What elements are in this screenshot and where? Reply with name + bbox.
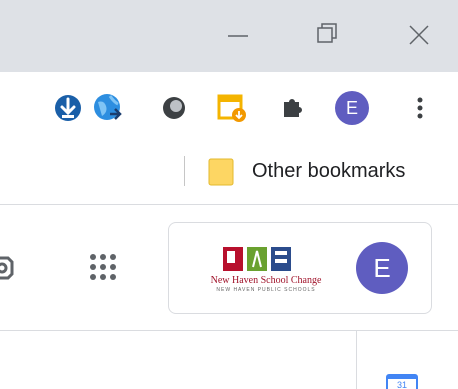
extensions-button[interactable] bbox=[274, 90, 310, 126]
side-panel-divider bbox=[356, 331, 357, 389]
window-titlebar bbox=[0, 0, 458, 72]
header-divider bbox=[0, 330, 458, 331]
calendar-day: 31 bbox=[397, 380, 407, 389]
bookmarks-separator bbox=[184, 156, 185, 186]
restore-button[interactable] bbox=[296, 0, 356, 72]
profile-initial: E bbox=[345, 98, 358, 118]
globe-extension-icon bbox=[94, 94, 122, 120]
browser-menu-button[interactable] bbox=[402, 90, 438, 126]
school-logo-name: New Haven School Change bbox=[210, 275, 322, 286]
other-bookmarks-button[interactable]: Other bookmarks bbox=[200, 152, 450, 192]
circle-extension-button[interactable] bbox=[156, 90, 192, 126]
calendar-extension-button[interactable] bbox=[214, 90, 250, 126]
download-extension-icon bbox=[55, 95, 81, 121]
school-logo-subtitle: NEW HAVEN PUBLIC SCHOOLS bbox=[216, 287, 316, 293]
account-initial: E bbox=[373, 253, 391, 283]
close-icon bbox=[409, 25, 429, 45]
download-extension-button[interactable] bbox=[50, 90, 86, 126]
gear-icon[interactable] bbox=[0, 248, 24, 288]
google-calendar-icon[interactable]: 31 bbox=[386, 374, 418, 389]
account-button[interactable]: E bbox=[356, 242, 408, 294]
browser-toolbar: E bbox=[0, 72, 458, 144]
circle-extension-icon bbox=[163, 97, 185, 119]
profile-button[interactable]: E bbox=[335, 91, 369, 125]
globe-extension-button[interactable] bbox=[90, 90, 126, 126]
calendar-extension-icon bbox=[217, 94, 246, 122]
more-vert-icon bbox=[417, 97, 423, 119]
other-bookmarks-label: Other bookmarks bbox=[252, 160, 406, 182]
close-button[interactable] bbox=[388, 0, 448, 72]
apps-grid-icon[interactable] bbox=[88, 252, 122, 286]
restore-icon bbox=[317, 23, 337, 43]
school-logo-icon bbox=[223, 247, 291, 271]
minimize-button[interactable] bbox=[206, 0, 266, 72]
folder-icon bbox=[208, 158, 234, 186]
extensions-puzzle-icon bbox=[284, 99, 302, 117]
minimize-icon bbox=[228, 35, 248, 37]
